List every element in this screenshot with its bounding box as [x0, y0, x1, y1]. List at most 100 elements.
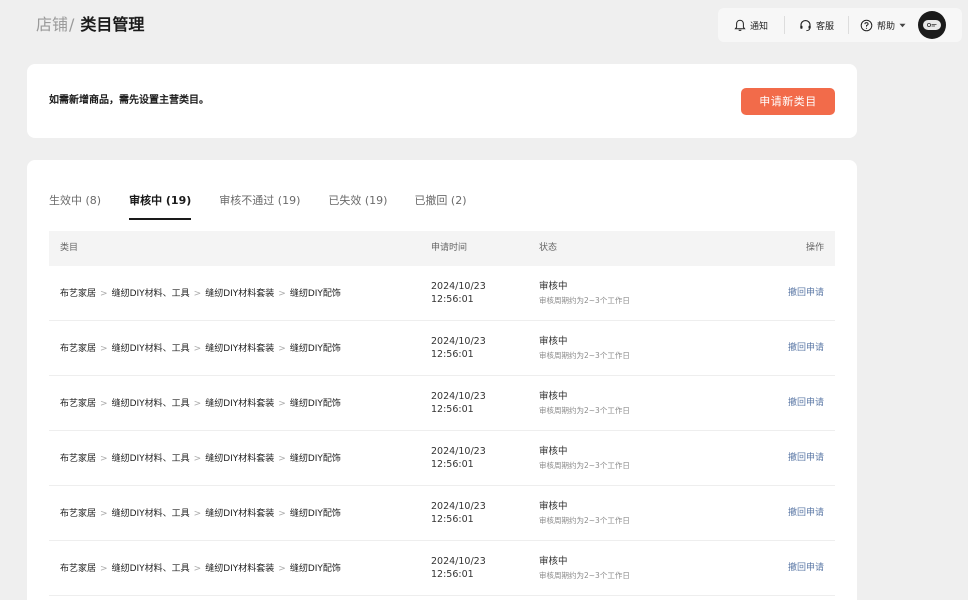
- apply-time: 2024/10/23 12:56:01: [431, 335, 486, 361]
- category-level-3: 缝纫DIY材料套装: [205, 509, 275, 519]
- category-level-1: 布艺家居: [60, 289, 97, 299]
- service-button[interactable]: 客服: [799, 19, 834, 32]
- category-level-3: 缝纫DIY材料套装: [205, 289, 275, 299]
- category-level-4: 缝纫DIY配饰: [289, 399, 341, 409]
- category-level-3: 缝纫DIY材料套装: [205, 454, 275, 464]
- status-note: 审核周期约为2~3个工作日: [539, 571, 630, 580]
- category-level-2: 缝纫DIY材料、工具: [111, 509, 190, 519]
- apply-date: 2024/10/23: [431, 281, 486, 292]
- table-row: 布艺家居 > 缝纫DIY材料、工具 > 缝纫DIY材料套装 > 缝纫DIY配饰 2024/1…: [49, 486, 835, 541]
- category-path: 布艺家居 > 缝纫DIY材料、工具 > 缝纫DIY材料套装 > 缝纫DIY配饰: [60, 288, 341, 300]
- apply-time: 2024/10/23 12:56:01: [431, 555, 486, 581]
- table-row: 布艺家居 > 缝纫DIY材料、工具 > 缝纫DIY材料套装 > 缝纫DIY配饰 2024/1…: [49, 266, 835, 321]
- chevron-right-icon: >: [193, 509, 202, 519]
- status-cell: 审核中 审核周期约为2~3个工作日: [539, 335, 630, 361]
- tab-active[interactable]: 生效中 (8): [49, 194, 101, 220]
- category-level-4: 缝纫DIY配饰: [289, 344, 341, 354]
- table-row: 布艺家居 > 缝纫DIY材料、工具 > 缝纫DIY材料套装 > 缝纫DIY配饰 2024/1…: [49, 321, 835, 376]
- apply-time: 2024/10/23 12:56:01: [431, 280, 486, 306]
- chevron-right-icon: >: [100, 399, 108, 409]
- status-note: 审核周期约为2~3个工作日: [539, 296, 630, 305]
- status-text: 审核中: [539, 281, 568, 292]
- chevron-right-icon: >: [193, 289, 202, 299]
- apply-time: 2024/10/23 12:56:01: [431, 445, 486, 471]
- apply-clock: 12:56:01: [431, 569, 474, 580]
- status-cell: 审核中 审核周期约为2~3个工作日: [539, 390, 630, 416]
- apply-clock: 12:56:01: [431, 294, 474, 305]
- category-level-4: 缝纫DIY配饰: [289, 454, 341, 464]
- status-cell: 审核中 审核周期约为2~3个工作日: [539, 555, 630, 581]
- status-tabs: 生效中 (8) 审核中 (19) 审核不通过 (19) 已失效 (19) 已撤回…: [49, 194, 467, 220]
- category-level-4: 缝纫DIY配饰: [289, 564, 341, 574]
- tab-rejected[interactable]: 审核不通过 (19): [219, 194, 300, 220]
- apply-clock: 12:56:01: [431, 459, 474, 470]
- apply-date: 2024/10/23: [431, 501, 486, 512]
- apply-date: 2024/10/23: [431, 556, 486, 567]
- category-level-2: 缝纫DIY材料、工具: [111, 454, 190, 464]
- status-text: 审核中: [539, 556, 568, 567]
- status-note: 审核周期约为2~3个工作日: [539, 461, 630, 470]
- status-text: 审核中: [539, 501, 568, 512]
- chevron-right-icon: >: [193, 399, 202, 409]
- help-label: 帮助: [877, 21, 896, 32]
- category-level-1: 布艺家居: [60, 509, 97, 519]
- withdraw-button[interactable]: 撤回申请: [788, 342, 824, 355]
- notice-card: 如需新增商品，需先设置主营类目。 申请新类目: [27, 64, 857, 138]
- column-action: 操作: [805, 243, 824, 253]
- apply-date: 2024/10/23: [431, 391, 486, 402]
- table-row: 布艺家居 > 缝纫DIY材料、工具 > 缝纫DIY材料套装 > 缝纫DIY配饰 2024/1…: [49, 541, 835, 596]
- column-category: 类目: [60, 243, 79, 253]
- apply-date: 2024/10/23: [431, 446, 486, 457]
- headset-icon: [799, 19, 812, 32]
- chevron-right-icon: >: [278, 344, 286, 354]
- withdraw-button[interactable]: 撤回申请: [788, 452, 824, 465]
- chevron-right-icon: >: [278, 564, 286, 574]
- chevron-right-icon: >: [100, 344, 108, 354]
- status-cell: 审核中 审核周期约为2~3个工作日: [539, 280, 630, 306]
- category-level-1: 布艺家居: [60, 344, 97, 354]
- category-level-2: 缝纫DIY材料、工具: [111, 564, 190, 574]
- chevron-right-icon: >: [278, 399, 286, 409]
- category-level-2: 缝纫DIY材料、工具: [111, 399, 190, 409]
- help-button[interactable]: 帮助: [860, 19, 906, 32]
- category-list-card: 生效中 (8) 审核中 (19) 审核不通过 (19) 已失效 (19) 已撤回…: [27, 160, 857, 600]
- apply-clock: 12:56:01: [431, 514, 474, 525]
- category-level-3: 缝纫DIY材料套装: [205, 344, 275, 354]
- breadcrumb-separator: /: [69, 15, 75, 34]
- category-level-2: 缝纫DIY材料、工具: [111, 344, 190, 354]
- withdraw-button[interactable]: 撤回申请: [788, 397, 824, 410]
- category-path: 布艺家居 > 缝纫DIY材料、工具 > 缝纫DIY材料套装 > 缝纫DIY配饰: [60, 343, 341, 355]
- withdraw-button[interactable]: 撤回申请: [788, 562, 824, 575]
- category-level-1: 布艺家居: [60, 399, 97, 409]
- table-row: 布艺家居 > 缝纫DIY材料、工具 > 缝纫DIY材料套装 > 缝纫DIY配饰 2024/1…: [49, 376, 835, 431]
- chevron-right-icon: >: [193, 564, 202, 574]
- tab-expired[interactable]: 已失效 (19): [328, 194, 387, 220]
- notify-label: 通知: [750, 21, 769, 32]
- help-circle-icon: [860, 19, 873, 32]
- status-text: 审核中: [539, 446, 568, 457]
- tab-reviewing[interactable]: 审核中 (19): [129, 194, 192, 220]
- chevron-right-icon: >: [100, 509, 108, 519]
- avatar[interactable]: [918, 11, 947, 39]
- status-note: 审核周期约为2~3个工作日: [539, 516, 630, 525]
- breadcrumb-root[interactable]: 店铺: [36, 14, 68, 36]
- status-cell: 审核中 审核周期约为2~3个工作日: [539, 445, 630, 471]
- withdraw-button[interactable]: 撤回申请: [788, 287, 824, 300]
- apply-time: 2024/10/23 12:56:01: [431, 390, 486, 416]
- notify-button[interactable]: 通知: [734, 19, 768, 32]
- apply-date: 2024/10/23: [431, 336, 486, 347]
- avatar-logo: [923, 20, 942, 30]
- apply-category-button[interactable]: 申请新类目: [741, 88, 835, 115]
- category-path: 布艺家居 > 缝纫DIY材料、工具 > 缝纫DIY材料套装 > 缝纫DIY配饰: [60, 508, 341, 520]
- status-note: 审核周期约为2~3个工作日: [539, 406, 630, 415]
- category-level-1: 布艺家居: [60, 564, 97, 574]
- status-cell: 审核中 审核周期约为2~3个工作日: [539, 500, 630, 526]
- column-time: 申请时间: [431, 243, 468, 253]
- page-header: 店铺 / 类目管理 通知 客服 帮助: [0, 0, 968, 50]
- tab-withdrawn[interactable]: 已撤回 (2): [414, 194, 466, 220]
- chevron-right-icon: >: [100, 289, 108, 299]
- chevron-right-icon: >: [278, 289, 286, 299]
- bell-icon: [734, 19, 746, 32]
- withdraw-button[interactable]: 撤回申请: [788, 507, 824, 520]
- top-toolbar: 通知 客服 帮助: [718, 8, 962, 42]
